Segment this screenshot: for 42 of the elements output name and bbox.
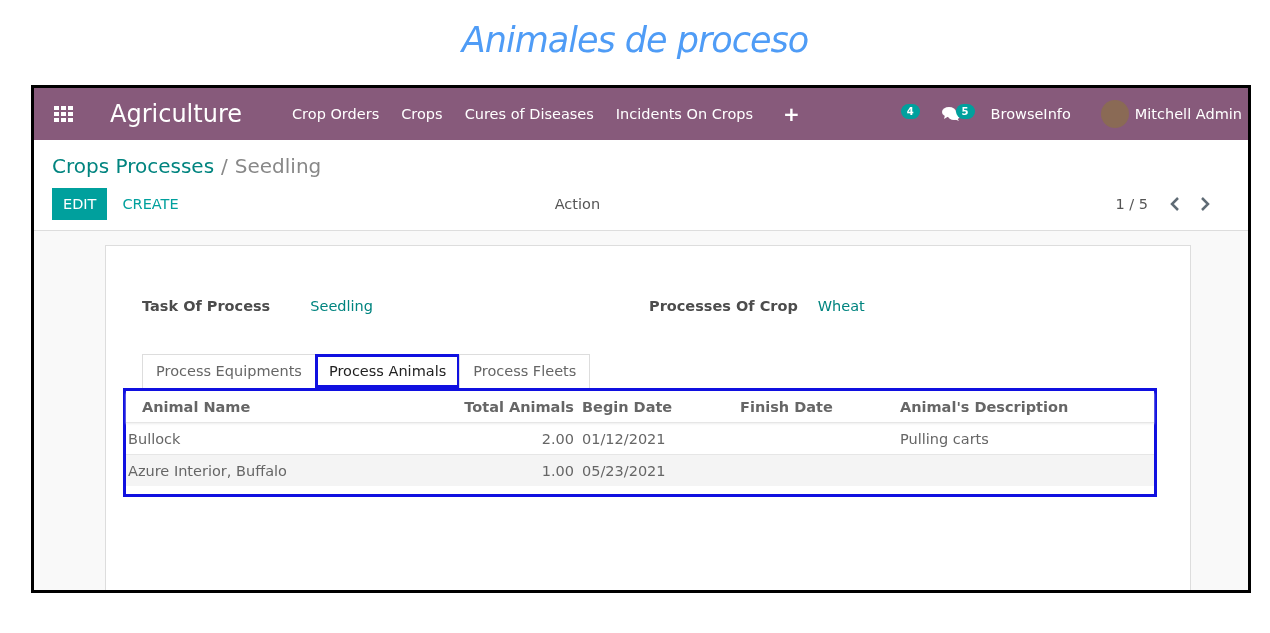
tab[interactable]: Process Animals: [314, 354, 461, 388]
edit-button[interactable]: EDIT: [52, 188, 108, 220]
activity-count-badge[interactable]: 4: [900, 103, 920, 119]
field-value[interactable]: Wheat: [817, 298, 865, 314]
create-button[interactable]: CREATE: [107, 188, 194, 220]
column-header[interactable]: Animal's Description: [898, 398, 1138, 415]
tab[interactable]: Process Equipments: [142, 354, 316, 388]
table-cell: Azure Interior, Buffalo: [128, 462, 287, 479]
menu-item[interactable]: Crop Orders: [292, 106, 380, 122]
apps-grid-icon[interactable]: [54, 106, 74, 122]
column-header[interactable]: Total Animals: [390, 398, 580, 415]
column-header[interactable]: Animal Name: [126, 398, 390, 415]
tab[interactable]: Process Fleets: [459, 354, 591, 388]
chevron-right-icon[interactable]: [1200, 197, 1210, 211]
breadcrumb-current: Seedling: [234, 154, 322, 178]
menu-item[interactable]: Incidents On Crops: [615, 106, 754, 122]
add-menu-link[interactable]: +: [783, 102, 800, 126]
table-cell: 2.00: [541, 430, 574, 447]
breadcrumb-separator: /: [221, 154, 228, 178]
company-name[interactable]: BrowseInfo: [990, 106, 1071, 122]
field-label: Processes Of Crop: [649, 298, 798, 314]
user-name[interactable]: Mitchell Admin: [1134, 106, 1242, 122]
menu-item[interactable]: Crops: [401, 106, 443, 122]
field-label: Task Of Process: [142, 298, 271, 314]
pager-text: 1 / 5: [1115, 196, 1148, 212]
page-title: Animales de proceso: [459, 19, 810, 62]
table-cell: 05/23/2021: [582, 462, 666, 479]
action-button[interactable]: Action: [548, 195, 607, 213]
column-header[interactable]: Finish Date: [738, 398, 898, 415]
column-header[interactable]: Begin Date: [580, 398, 738, 415]
table-cell: Bullock: [128, 430, 181, 447]
app-name[interactable]: Agriculture: [110, 100, 242, 128]
chat-icon[interactable]: [941, 106, 960, 122]
table-cell: Pulling carts: [900, 430, 989, 447]
message-count-badge[interactable]: 5: [955, 103, 975, 119]
table-cell: 1.00: [541, 462, 574, 479]
menu-item[interactable]: Cures of Diseases: [464, 106, 594, 122]
breadcrumb-link[interactable]: Crops Processes: [52, 154, 215, 178]
chevron-left-icon[interactable]: [1170, 197, 1180, 211]
table-cell: 01/12/2021: [582, 430, 666, 447]
table-row[interactable]: Azure Interior, Buffalo 1.00 05/23/2021: [126, 454, 1154, 486]
field-value[interactable]: Seedling: [310, 298, 373, 314]
